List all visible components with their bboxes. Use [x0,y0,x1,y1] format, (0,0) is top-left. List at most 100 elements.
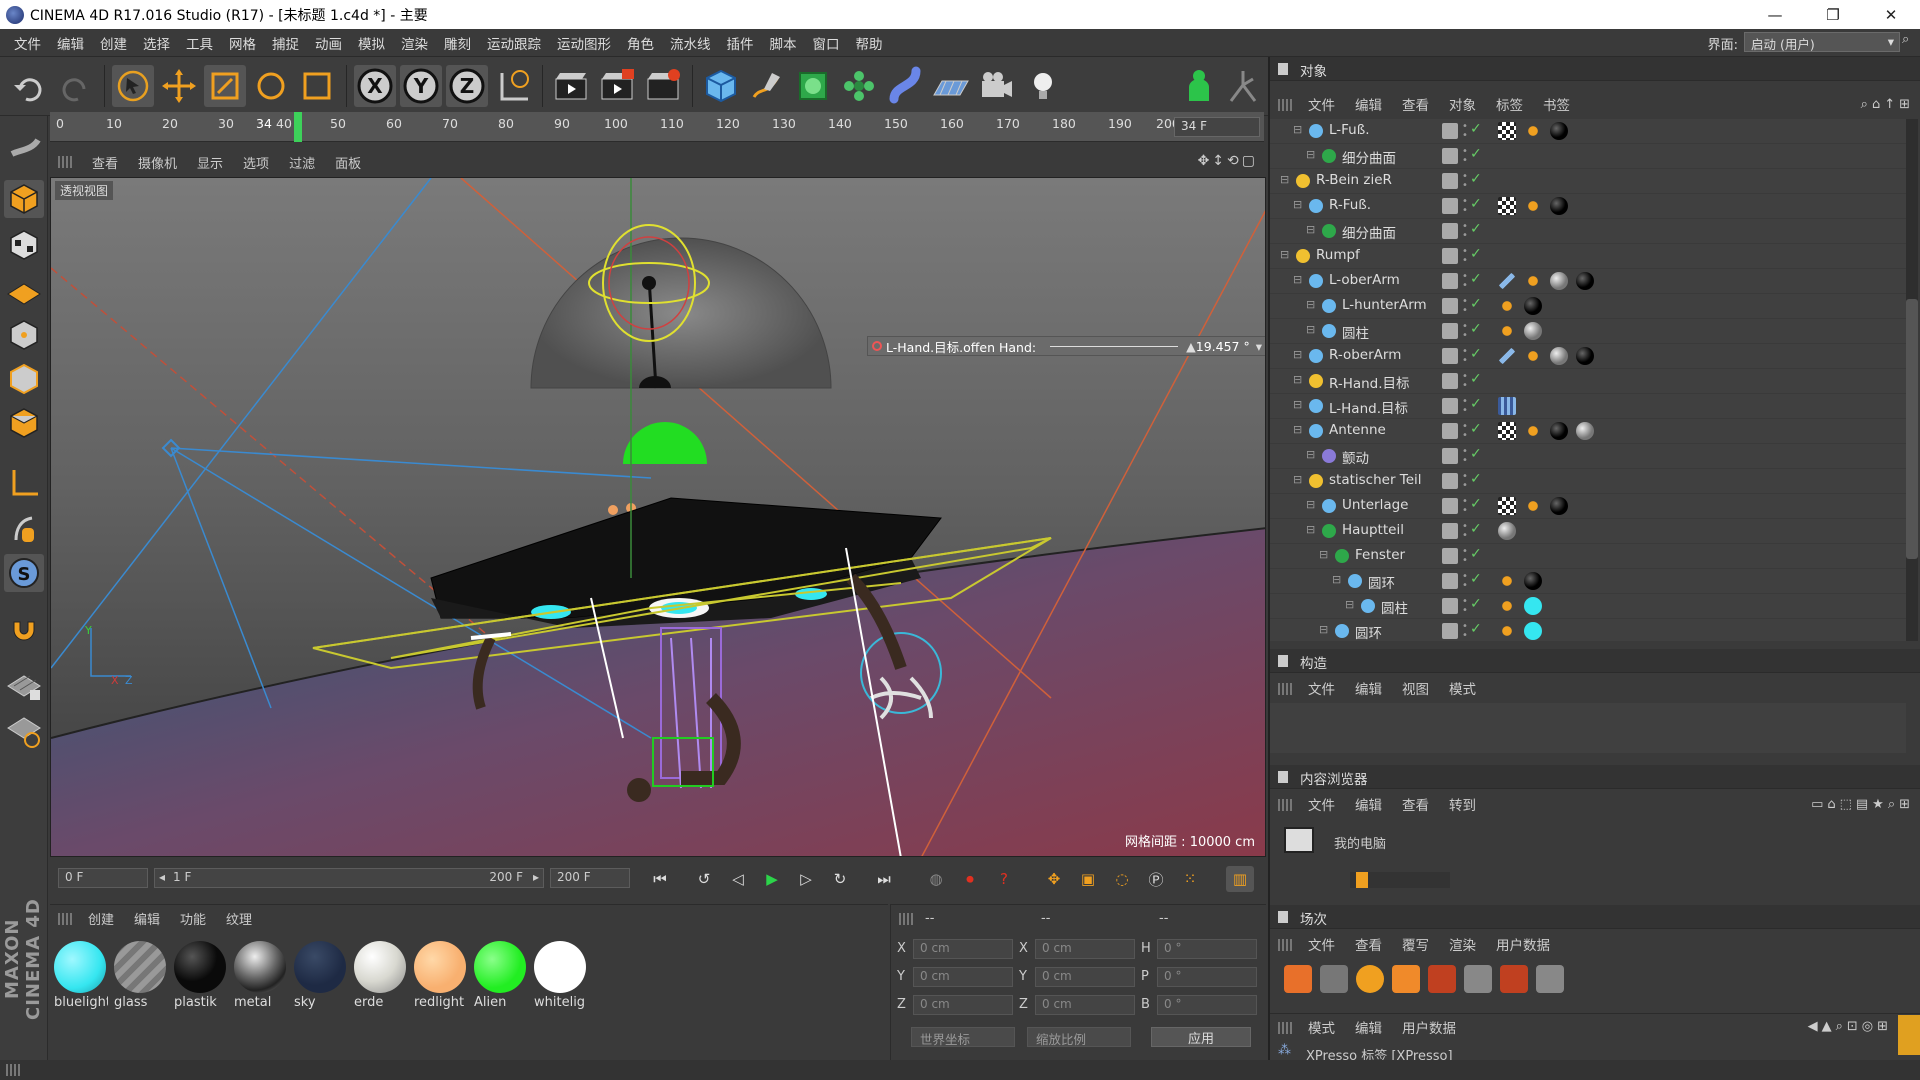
object-name[interactable]: R-oberArm [1329,347,1401,363]
record-keys-icon[interactable]: ◍ [922,866,950,892]
menu-pipeline[interactable]: 流水线 [662,33,719,53]
menu-animate[interactable]: 动画 [307,33,350,53]
key-scale-icon[interactable]: ▣ [1074,866,1102,892]
viewport-menu-filter[interactable]: 过滤 [279,153,325,172]
structure-menu-edit[interactable]: 编辑 [1345,678,1392,698]
minimize-button[interactable]: — [1746,0,1804,29]
takes-menu-view[interactable]: 查看 [1345,934,1392,954]
visibility-dots-icon[interactable]: • • [1462,372,1468,391]
menu-sculpt[interactable]: 雕刻 [436,33,479,53]
menu-help[interactable]: 帮助 [848,33,891,53]
visibility-dots-icon[interactable]: • • [1462,122,1468,141]
position-x-field[interactable]: 0 cm [913,939,1013,959]
material-swatch[interactable]: plastik [172,939,228,1015]
object-tag-icon[interactable] [1524,622,1542,640]
z-axis-icon[interactable]: Z [446,65,488,107]
go-to-end-icon[interactable]: ⏭ [870,866,898,892]
key-rotation-icon[interactable]: ◌ [1108,866,1136,892]
visibility-dots-icon[interactable]: • • [1462,472,1468,491]
perspective-viewport[interactable]: Y X Z 透视视图 L-Hand.目标.offen Hand: ▲ 19.45… [50,177,1266,857]
expand-toggle-icon[interactable]: ⊟ [1306,148,1315,161]
play-icon[interactable]: ▶ [758,866,786,892]
rotation-b-field[interactable]: 0 ° [1157,995,1257,1015]
cloner-icon[interactable] [838,65,880,107]
position-y-field[interactable]: 0 cm [913,967,1013,987]
start-frame-field[interactable]: 0 F [58,868,148,888]
object-name[interactable]: Fenster [1355,547,1405,563]
hud-parameter-slider[interactable]: L-Hand.目标.offen Hand: ▲ 19.457 ° ▾ [867,336,1265,356]
enabled-check-icon[interactable]: ✓ [1470,196,1482,212]
object-row[interactable]: ⊟ Unterlage • • ✓ [1270,494,1906,519]
hud-dropdown-icon[interactable]: ▾ [1256,339,1262,354]
object-name[interactable]: statischer Teil [1329,472,1422,488]
search-icon[interactable]: ⌕ [1902,32,1918,50]
take-override-icon[interactable] [1356,965,1384,993]
viewport-menu-display[interactable]: 显示 [187,153,233,172]
scale-icon[interactable] [204,65,246,107]
coordinate-space-dropdown[interactable]: 世界坐标 [911,1027,1015,1047]
menu-script[interactable]: 脚本 [762,33,805,53]
viewport-menu-cameras[interactable]: 摄像机 [128,153,187,172]
menu-tools[interactable]: 工具 [178,33,221,53]
objects-menu-view[interactable]: 查看 [1392,94,1439,114]
viewport-nav-icons[interactable]: ✥↕⟲▢ [1198,153,1258,169]
object-tag-icon[interactable] [1498,272,1516,290]
menu-mesh[interactable]: 网格 [221,33,264,53]
object-row[interactable]: ⊟ Fenster • • ✓ [1270,544,1906,569]
object-tag-icon[interactable] [1524,572,1542,590]
expand-toggle-icon[interactable]: ⊟ [1345,598,1354,611]
attributes-nav-icons[interactable]: ◀▲⌕⊡◎⊞ [1808,1019,1892,1034]
viewport-menu-panel[interactable]: 面板 [325,153,371,172]
visibility-dots-icon[interactable]: • • [1462,322,1468,341]
layer-visibility-icon[interactable] [1442,298,1458,314]
menu-window[interactable]: 窗口 [805,33,848,53]
object-name[interactable]: 细分曲面 [1342,222,1396,242]
attributes-side-tab[interactable] [1898,1015,1920,1055]
redo-icon[interactable] [54,65,96,107]
object-row[interactable]: ⊟ Antenne • • ✓ [1270,419,1906,444]
object-row[interactable]: ⊟ Rumpf • • ✓ [1270,244,1906,269]
timeline-ruler[interactable]: 0 10 20 30 34 40 50 60 70 80 90 100 110 … [50,112,1264,142]
object-name[interactable]: L-Fuß. [1329,122,1370,138]
texture-mode-icon[interactable] [4,226,44,264]
maximize-button[interactable]: ❐ [1804,0,1862,29]
object-tag-icon[interactable] [1524,347,1542,365]
object-tag-icon[interactable] [1498,347,1516,365]
object-name[interactable]: 细分曲面 [1342,147,1396,167]
structure-menu-file[interactable]: 文件 [1298,678,1345,698]
polygons-mode-icon[interactable] [4,404,44,442]
object-tag-icon[interactable] [1498,497,1516,515]
size-x-field[interactable]: 0 cm [1035,939,1135,959]
menu-select[interactable]: 选择 [135,33,178,53]
move-icon[interactable] [158,65,200,107]
object-name[interactable]: Unterlage [1342,497,1409,513]
next-frame-icon[interactable]: ▷ [792,866,820,892]
enabled-check-icon[interactable]: ✓ [1470,396,1482,412]
object-tag-icon[interactable] [1498,297,1516,315]
enabled-check-icon[interactable]: ✓ [1470,321,1482,337]
menu-snap[interactable]: 捕捉 [264,33,307,53]
object-tag-icon[interactable] [1524,297,1542,315]
new-take-icon[interactable] [1284,965,1312,993]
last-tool-icon[interactable] [296,65,338,107]
object-tag-icon[interactable] [1498,197,1516,215]
live-selection-icon[interactable] [112,65,154,107]
render-to-picture-viewer-icon[interactable] [596,65,638,107]
object-tag-icon[interactable] [1550,497,1568,515]
objects-menu-objects[interactable]: 对象 [1439,94,1486,114]
enabled-check-icon[interactable]: ✓ [1470,621,1482,637]
expand-toggle-icon[interactable]: ⊟ [1293,273,1302,286]
attributes-menu-mode[interactable]: 模式 [1298,1017,1345,1037]
object-name[interactable]: 圆环 [1368,572,1395,592]
position-z-field[interactable]: 0 cm [913,995,1013,1015]
takes-menu-file[interactable]: 文件 [1298,934,1345,954]
object-tag-icon[interactable] [1498,322,1516,340]
object-tag-icon[interactable] [1498,572,1516,590]
size-y-field[interactable]: 0 cm [1035,967,1135,987]
model-mode-icon[interactable] [4,180,44,218]
takes-menu-render[interactable]: 渲染 [1439,934,1486,954]
enabled-check-icon[interactable]: ✓ [1470,571,1482,587]
material-swatch[interactable]: bluelight [52,939,108,1015]
visibility-dots-icon[interactable]: • • [1462,172,1468,191]
object-row[interactable]: ⊟ 颤动 • • ✓ [1270,444,1906,469]
